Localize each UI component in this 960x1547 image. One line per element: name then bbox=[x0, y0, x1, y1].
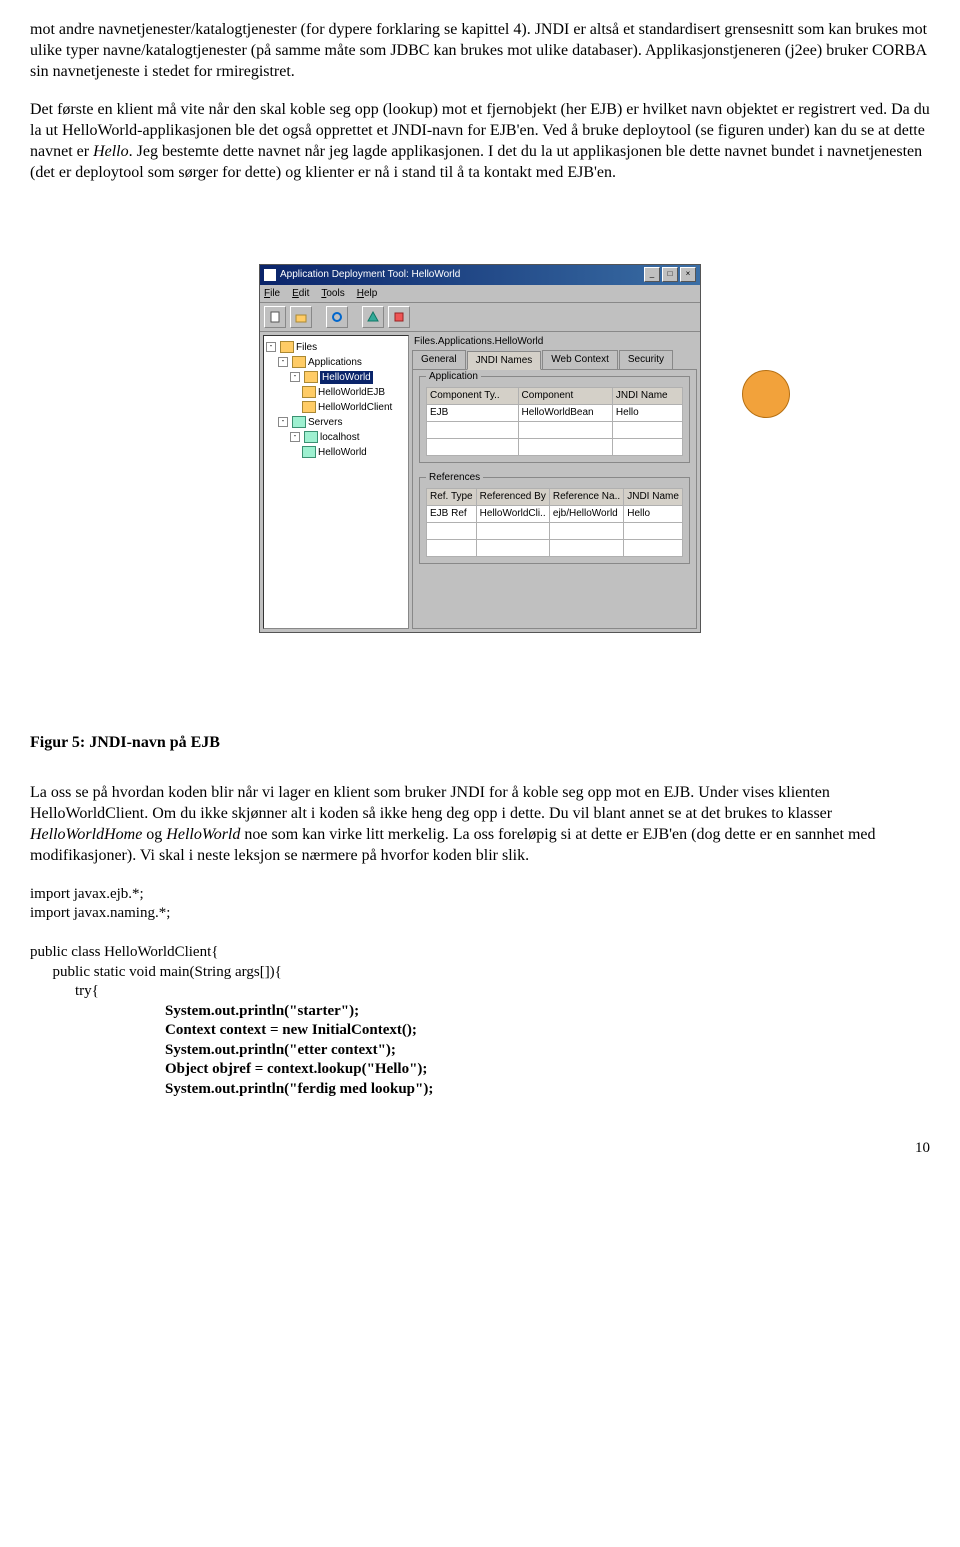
tab-jndi-names[interactable]: JNDI Names bbox=[467, 351, 542, 370]
tree-ejb[interactable]: HelloWorldEJB bbox=[318, 386, 385, 399]
code-line: public static void main(String args[]){ bbox=[30, 964, 282, 980]
cell-ref-type: EJB Ref bbox=[427, 505, 477, 522]
code-line: System.out.println("ferdig med lookup"); bbox=[30, 1081, 433, 1097]
groupbox-references: References Ref. Type Referenced By Refer… bbox=[419, 477, 690, 564]
undeploy-icon[interactable] bbox=[388, 306, 410, 328]
app-col-jndi[interactable]: JNDI Name bbox=[612, 387, 682, 404]
group-title-application: Application bbox=[426, 370, 481, 383]
para3-hwh: HelloWorldHome bbox=[30, 826, 142, 843]
menubar: File Edit Tools Help bbox=[260, 285, 700, 303]
cell-ref-jndi[interactable]: Hello bbox=[624, 505, 683, 522]
table-row bbox=[427, 522, 683, 539]
minimize-button[interactable]: _ bbox=[644, 267, 660, 282]
folder-icon bbox=[280, 341, 294, 353]
app-col-component[interactable]: Component bbox=[518, 387, 612, 404]
menu-file[interactable]: File bbox=[264, 287, 280, 300]
para3-hw: HelloWorld bbox=[166, 826, 240, 843]
tree-toggle-icon[interactable]: - bbox=[278, 417, 288, 427]
para2-hello: Hello bbox=[93, 143, 129, 160]
client-icon bbox=[302, 401, 316, 413]
tab-web-context[interactable]: Web Context bbox=[542, 350, 618, 369]
menu-help[interactable]: Help bbox=[357, 287, 378, 300]
host-icon bbox=[304, 431, 318, 443]
code-line: import javax.ejb.*; bbox=[30, 886, 144, 902]
tree-servers[interactable]: Servers bbox=[308, 416, 342, 429]
table-row bbox=[427, 421, 683, 438]
table-row bbox=[427, 438, 683, 455]
deploytool-window: Application Deployment Tool: HelloWorld … bbox=[259, 264, 701, 633]
cell-ref-name: ejb/HelloWorld bbox=[549, 505, 623, 522]
menu-tools[interactable]: Tools bbox=[321, 287, 344, 300]
breadcrumb: Files.Applications.HelloWorld bbox=[412, 335, 697, 350]
tree-helloworld[interactable]: HelloWorld bbox=[320, 371, 373, 384]
para3-and: og bbox=[142, 826, 166, 843]
code-line: import javax.naming.*; bbox=[30, 905, 170, 921]
deployed-icon bbox=[302, 446, 316, 458]
open-icon[interactable] bbox=[290, 306, 312, 328]
code-line: System.out.println("starter"); bbox=[30, 1003, 359, 1019]
paragraph-1: mot andre navnetjenester/katalogtjeneste… bbox=[30, 20, 930, 82]
tree-client[interactable]: HelloWorldClient bbox=[318, 401, 392, 414]
table-row[interactable]: EJB Ref HelloWorldCli.. ejb/HelloWorld H… bbox=[427, 505, 683, 522]
cell-type: EJB bbox=[427, 404, 519, 421]
deploy-icon[interactable] bbox=[362, 306, 384, 328]
table-row bbox=[427, 539, 683, 556]
paragraph-3: La oss se på hvordan koden blir når vi l… bbox=[30, 783, 930, 866]
figure-caption: Figur 5: JNDI-navn på EJB bbox=[30, 733, 930, 754]
app-icon bbox=[304, 371, 318, 383]
tab-bar: General JNDI Names Web Context Security bbox=[412, 350, 697, 370]
tree-toggle-icon[interactable]: - bbox=[290, 372, 300, 382]
tree-hw-deployed[interactable]: HelloWorld bbox=[318, 446, 367, 459]
code-line: Object objref = context.lookup("Hello"); bbox=[30, 1061, 427, 1077]
menu-edit[interactable]: Edit bbox=[292, 287, 309, 300]
cell-ref-by: HelloWorldCli.. bbox=[476, 505, 549, 522]
tree-files[interactable]: Files bbox=[296, 341, 317, 354]
new-icon[interactable] bbox=[264, 306, 286, 328]
titlebar: Application Deployment Tool: HelloWorld … bbox=[260, 265, 700, 285]
table-row[interactable]: EJB HelloWorldBean Hello bbox=[427, 404, 683, 421]
close-button[interactable]: × bbox=[680, 267, 696, 282]
code-line: Context context = new InitialContext(); bbox=[30, 1022, 417, 1038]
figure-5: Application Deployment Tool: HelloWorld … bbox=[30, 264, 930, 633]
tree-localhost[interactable]: localhost bbox=[320, 431, 359, 444]
folder-icon bbox=[292, 356, 306, 368]
code-line: System.out.println("etter context"); bbox=[30, 1042, 396, 1058]
tree-applications[interactable]: Applications bbox=[308, 356, 362, 369]
app-col-type[interactable]: Component Ty.. bbox=[427, 387, 519, 404]
code-line: public class HelloWorldClient{ bbox=[30, 944, 218, 960]
app-icon bbox=[264, 269, 276, 281]
cell-jndi[interactable]: Hello bbox=[612, 404, 682, 421]
callout-circle bbox=[742, 370, 790, 418]
cell-component: HelloWorldBean bbox=[518, 404, 612, 421]
ref-col-refname[interactable]: Reference Na.. bbox=[549, 488, 623, 505]
page-number: 10 bbox=[30, 1139, 930, 1159]
references-table[interactable]: Ref. Type Referenced By Reference Na.. J… bbox=[426, 488, 683, 557]
tree-toggle-icon[interactable]: - bbox=[290, 432, 300, 442]
detail-pane: Files.Applications.HelloWorld General JN… bbox=[412, 335, 697, 629]
application-table[interactable]: Component Ty.. Component JNDI Name EJB H… bbox=[426, 387, 683, 456]
group-title-references: References bbox=[426, 471, 483, 484]
window-title: Application Deployment Tool: HelloWorld bbox=[280, 268, 460, 281]
ref-col-type[interactable]: Ref. Type bbox=[427, 488, 477, 505]
tab-security[interactable]: Security bbox=[619, 350, 673, 369]
groupbox-application: Application Component Ty.. Component JND… bbox=[419, 376, 690, 463]
paragraph-2: Det første en klient må vite når den ska… bbox=[30, 100, 930, 183]
tree-pane[interactable]: -Files -Applications -HelloWorld HelloWo… bbox=[263, 335, 409, 629]
server-folder-icon bbox=[292, 416, 306, 428]
para2-b: . Jeg bestemte dette navnet når jeg lagd… bbox=[30, 143, 922, 181]
para3-a: La oss se på hvordan koden blir når vi l… bbox=[30, 784, 832, 822]
tab-body: Application Component Ty.. Component JND… bbox=[412, 370, 697, 629]
update-icon[interactable] bbox=[326, 306, 348, 328]
code-line: try{ bbox=[30, 983, 99, 999]
tab-general[interactable]: General bbox=[412, 350, 466, 369]
ref-col-jndi[interactable]: JNDI Name bbox=[624, 488, 683, 505]
bean-icon bbox=[302, 386, 316, 398]
ref-col-refby[interactable]: Referenced By bbox=[476, 488, 549, 505]
code-listing: import javax.ejb.*; import javax.naming.… bbox=[30, 885, 930, 1100]
tree-toggle-icon[interactable]: - bbox=[278, 357, 288, 367]
maximize-button[interactable]: □ bbox=[662, 267, 678, 282]
toolbar bbox=[260, 303, 700, 332]
tree-toggle-icon[interactable]: - bbox=[266, 342, 276, 352]
